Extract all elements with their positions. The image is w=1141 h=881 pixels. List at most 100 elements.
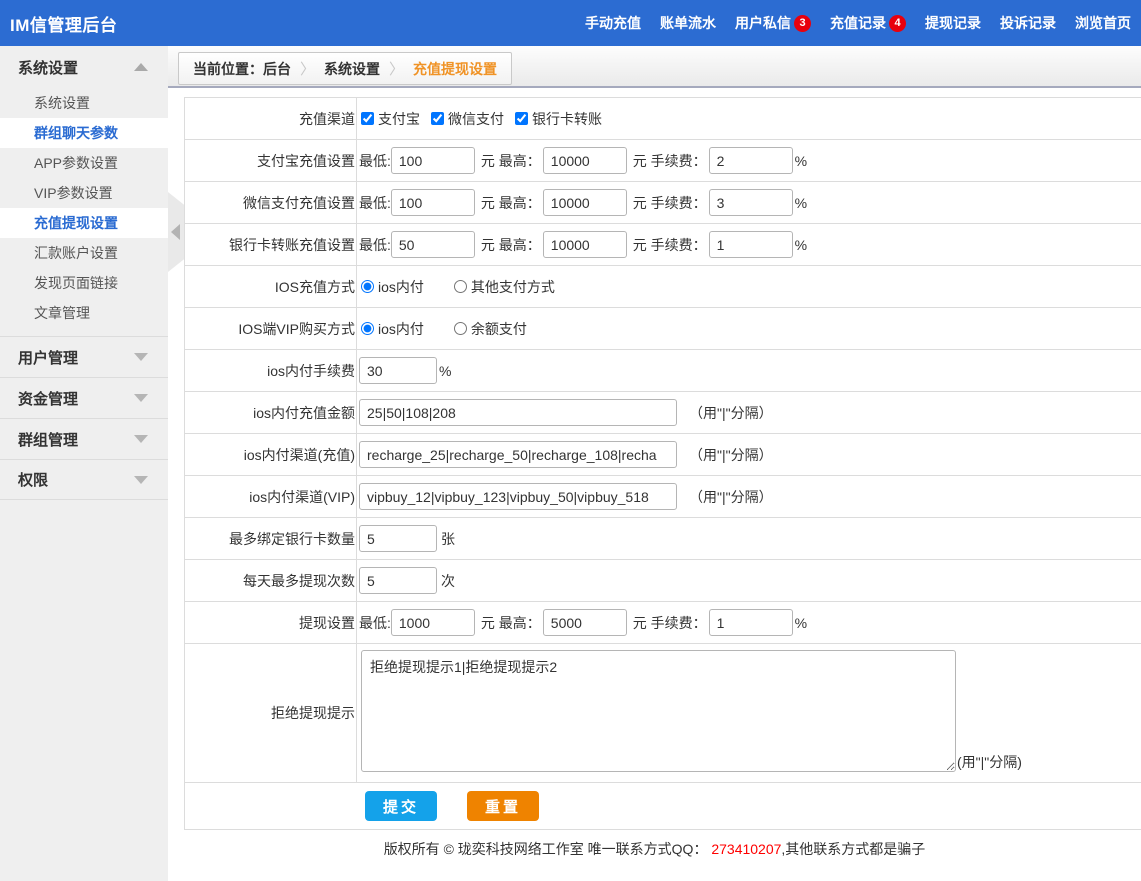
radio-ios-inapp-input[interactable] (361, 280, 374, 293)
form-row-alipay-settings: 支付宝充值设置 最低: 元 最高： 元 手续费： % (185, 140, 1141, 182)
sidebar-group-items: 系统设置 群组聊天参数 APP参数设置 VIP参数设置 充值提现设置 汇款账户设… (0, 88, 168, 328)
checkbox-bankcard[interactable]: 银行卡转账 (515, 109, 602, 129)
nav-user-messages[interactable]: 用户私信 3 (735, 13, 811, 33)
percent-label: % (795, 195, 807, 211)
max-label: 元 最高： (481, 151, 541, 171)
chevron-left-icon (171, 224, 180, 240)
breadcrumb: 当前位置：后台 〉 系统设置 〉 充值提现设置 (178, 52, 512, 85)
radio-ios-other-input[interactable] (454, 280, 467, 293)
ios-fee-input[interactable] (359, 357, 437, 384)
ios-amounts-input[interactable] (359, 399, 677, 426)
min-label: 最低: (359, 193, 391, 213)
radio-label: ios内付 (378, 277, 424, 297)
sidebar-collapse-handle[interactable] (168, 192, 184, 272)
bankcard-max-input[interactable] (543, 231, 627, 258)
radio-vip-balance-input[interactable] (454, 322, 467, 335)
nav-recharge-records[interactable]: 充值记录 4 (830, 13, 906, 33)
breadcrumb-bar: 当前位置：后台 〉 系统设置 〉 充值提现设置 (168, 46, 1141, 88)
fee-label: 元 手续费： (633, 193, 707, 213)
field-label: 支付宝充值设置 (185, 140, 357, 181)
pipe-separator-hint: （用"|"分隔） (689, 487, 773, 507)
wechat-fee-input[interactable] (709, 189, 793, 216)
nav-manual-recharge[interactable]: 手动充值 (585, 13, 641, 33)
form-row-ios-channel-recharge: ios内付渠道(充值) （用"|"分隔） (185, 434, 1141, 476)
group-label: 群组管理 (18, 429, 78, 450)
checkbox-wechat[interactable]: 微信支付 (431, 109, 504, 129)
sidebar-item-system-settings[interactable]: 系统设置 (0, 88, 168, 118)
qq-number: 273410207 (711, 841, 781, 857)
wechat-min-input[interactable] (391, 189, 475, 216)
field-label: ios内付充值金额 (185, 392, 357, 433)
field-label: ios内付手续费 (185, 350, 357, 391)
sidebar-group-permissions[interactable]: 权限 (0, 459, 168, 500)
radio-vip-inapp-input[interactable] (361, 322, 374, 335)
pipe-separator-hint: (用"|"分隔) (957, 752, 1022, 772)
reject-tips-textarea[interactable]: 拒绝提现提示1|拒绝提现提示2 (361, 650, 956, 772)
sidebar-group-user-management[interactable]: 用户管理 (0, 336, 168, 377)
percent-label: % (795, 615, 807, 631)
field-label: 微信支付充值设置 (185, 182, 357, 223)
sidebar-item-app-params[interactable]: APP参数设置 (0, 148, 168, 178)
message-count-badge: 3 (794, 15, 811, 32)
nav-bill-flow[interactable]: 账单流水 (660, 13, 716, 33)
form-row-wechat-settings: 微信支付充值设置 最低: 元 最高： 元 手续费： % (185, 182, 1141, 224)
form-row-ios-amounts: ios内付充值金额 （用"|"分隔） (185, 392, 1141, 434)
checkbox-alipay-input[interactable] (361, 112, 374, 125)
ios-channel-recharge-input[interactable] (359, 441, 677, 468)
checkbox-wechat-input[interactable] (431, 112, 444, 125)
sidebar-item-group-chat-params[interactable]: 群组聊天参数 (0, 118, 168, 148)
sidebar-item-remittance-account[interactable]: 汇款账户设置 (0, 238, 168, 268)
radio-vip-balance[interactable]: 余额支付 (454, 319, 527, 339)
chevron-down-icon (134, 476, 148, 484)
nav-label: 投诉记录 (1000, 13, 1056, 33)
max-cards-input[interactable] (359, 525, 437, 552)
group-label: 系统设置 (18, 57, 78, 78)
withdraw-min-input[interactable] (391, 609, 475, 636)
radio-ios-inapp[interactable]: ios内付 (361, 277, 424, 297)
wechat-max-input[interactable] (543, 189, 627, 216)
field-label: 提现设置 (185, 602, 357, 643)
field-label: 每天最多提现次数 (185, 560, 357, 601)
field-label: IOS充值方式 (185, 266, 357, 307)
max-withdraw-times-input[interactable] (359, 567, 437, 594)
unit-label: 次 (441, 571, 455, 591)
radio-label: 余额支付 (471, 319, 527, 339)
withdraw-fee-input[interactable] (709, 609, 793, 636)
sidebar-group-system-settings[interactable]: 系统设置 (0, 46, 168, 88)
bankcard-min-input[interactable] (391, 231, 475, 258)
sidebar-item-vip-params[interactable]: VIP参数设置 (0, 178, 168, 208)
percent-label: % (439, 363, 451, 379)
nav-withdraw-records[interactable]: 提现记录 (925, 13, 981, 33)
nav-label: 充值记录 (830, 13, 886, 33)
withdraw-max-input[interactable] (543, 609, 627, 636)
percent-label: % (795, 153, 807, 169)
nav-label: 浏览首页 (1075, 13, 1131, 33)
app-title: IM信管理后台 (10, 11, 117, 36)
sidebar-item-article-management[interactable]: 文章管理 (0, 298, 168, 328)
submit-button[interactable]: 提交 (365, 791, 437, 821)
min-label: 最低: (359, 235, 391, 255)
sidebar-item-discover-links[interactable]: 发现页面链接 (0, 268, 168, 298)
radio-vip-inapp[interactable]: ios内付 (361, 319, 424, 339)
group-label: 用户管理 (18, 347, 78, 368)
radio-ios-other[interactable]: 其他支付方式 (454, 277, 555, 297)
field-label: ios内付渠道(VIP) (185, 476, 357, 517)
group-label: 权限 (18, 469, 48, 490)
nav-browse-home[interactable]: 浏览首页 (1075, 13, 1131, 33)
sidebar-group-group-management[interactable]: 群组管理 (0, 418, 168, 459)
breadcrumb-separator-icon: 〉 (389, 58, 404, 79)
form-row-max-cards: 最多绑定银行卡数量 张 (185, 518, 1141, 560)
reset-button[interactable]: 重置 (467, 791, 539, 821)
ios-channel-vip-input[interactable] (359, 483, 677, 510)
checkbox-label: 支付宝 (378, 109, 420, 129)
sidebar-item-recharge-withdraw-settings[interactable]: 充值提现设置 (0, 208, 168, 238)
bankcard-fee-input[interactable] (709, 231, 793, 258)
alipay-max-input[interactable] (543, 147, 627, 174)
alipay-min-input[interactable] (391, 147, 475, 174)
sidebar-group-funds-management[interactable]: 资金管理 (0, 377, 168, 418)
alipay-fee-input[interactable] (709, 147, 793, 174)
checkbox-bankcard-input[interactable] (515, 112, 528, 125)
nav-complaint-records[interactable]: 投诉记录 (1000, 13, 1056, 33)
checkbox-alipay[interactable]: 支付宝 (361, 109, 420, 129)
breadcrumb-section[interactable]: 系统设置 (324, 59, 380, 79)
